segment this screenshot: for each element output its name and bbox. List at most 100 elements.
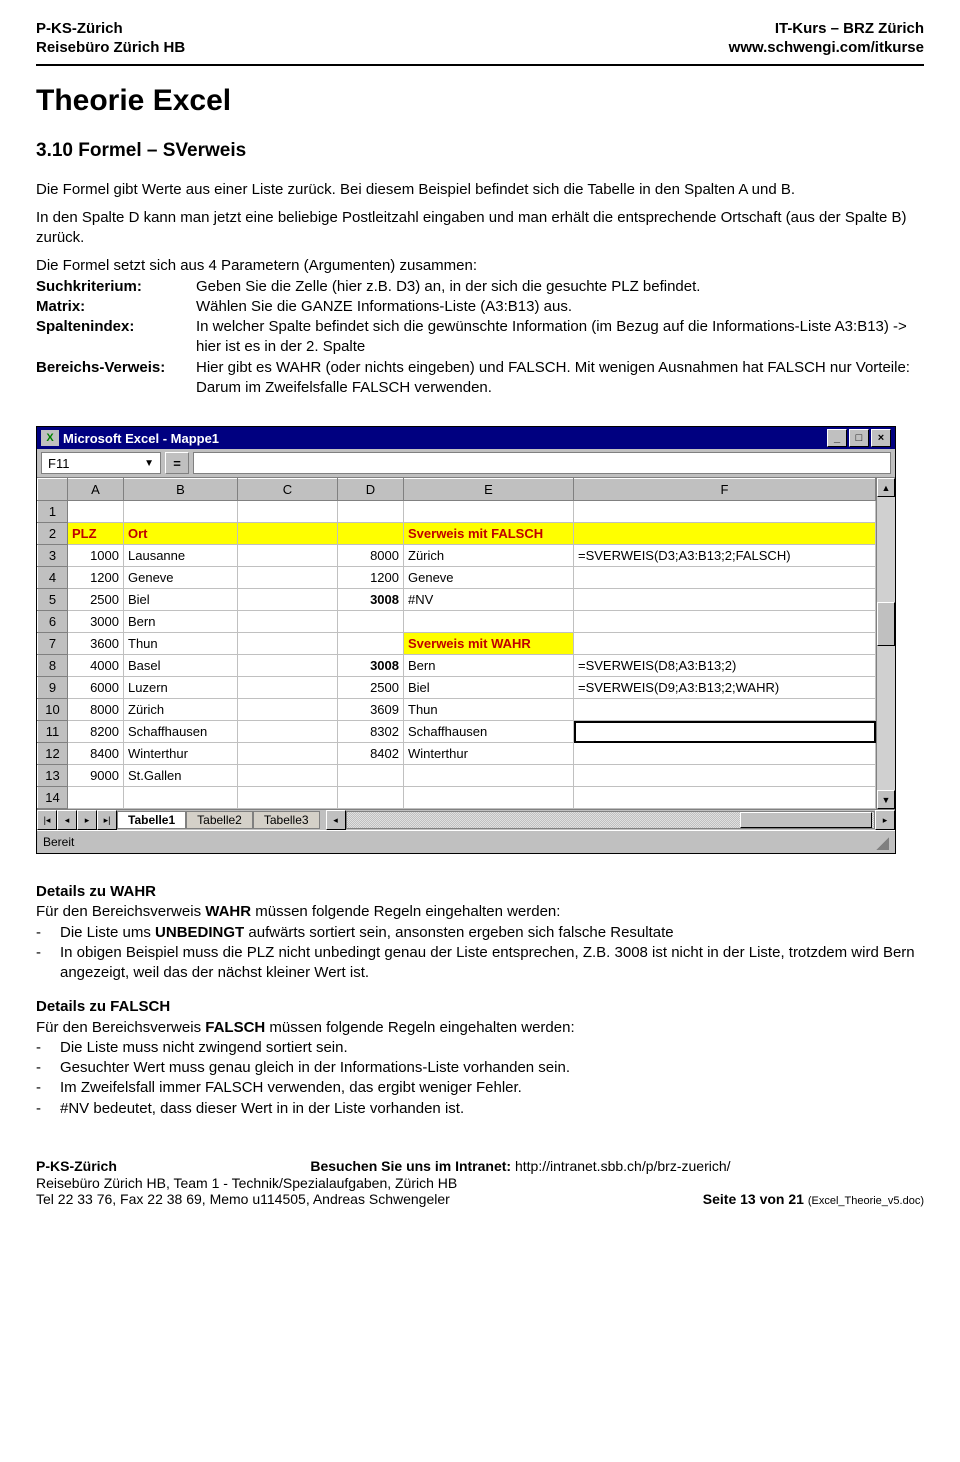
- cell[interactable]: [404, 501, 574, 523]
- select-all-corner[interactable]: [38, 479, 68, 501]
- cell[interactable]: 4000: [68, 655, 124, 677]
- cell[interactable]: [404, 765, 574, 787]
- cell[interactable]: #NV: [404, 589, 574, 611]
- cell[interactable]: Thun: [124, 633, 238, 655]
- resize-grip-icon[interactable]: [873, 834, 889, 850]
- cell[interactable]: [574, 501, 876, 523]
- cell[interactable]: [338, 765, 404, 787]
- sheet-tab[interactable]: Tabelle2: [186, 811, 253, 829]
- cell[interactable]: [124, 787, 238, 809]
- cell[interactable]: [574, 567, 876, 589]
- cell[interactable]: Luzern: [124, 677, 238, 699]
- cell[interactable]: [238, 589, 338, 611]
- cell[interactable]: 8200: [68, 721, 124, 743]
- cell[interactable]: Thun: [404, 699, 574, 721]
- col-header[interactable]: F: [574, 479, 876, 501]
- cell[interactable]: [238, 633, 338, 655]
- cell[interactable]: [238, 655, 338, 677]
- name-box[interactable]: F11 ▼: [41, 452, 161, 474]
- cell[interactable]: 3008: [338, 655, 404, 677]
- row-header[interactable]: 11: [38, 721, 68, 743]
- col-header[interactable]: D: [338, 479, 404, 501]
- cell[interactable]: [574, 523, 876, 545]
- cell[interactable]: Basel: [124, 655, 238, 677]
- col-header[interactable]: C: [238, 479, 338, 501]
- cell[interactable]: [574, 699, 876, 721]
- scroll-up-icon[interactable]: ▲: [877, 478, 895, 497]
- cell[interactable]: Schaffhausen: [404, 721, 574, 743]
- cell[interactable]: [574, 743, 876, 765]
- cell[interactable]: [238, 677, 338, 699]
- row-header[interactable]: 9: [38, 677, 68, 699]
- cell[interactable]: Zürich: [124, 699, 238, 721]
- col-header[interactable]: A: [68, 479, 124, 501]
- spreadsheet-grid[interactable]: A B C D E F 12PLZOrtSverweis mit FALSCH3…: [37, 478, 876, 809]
- cell[interactable]: [238, 545, 338, 567]
- cell[interactable]: =SVERWEIS(D9;A3:B13;2;WAHR): [574, 677, 876, 699]
- cell[interactable]: [574, 721, 876, 743]
- row-header[interactable]: 8: [38, 655, 68, 677]
- cell[interactable]: [338, 633, 404, 655]
- formula-equals-button[interactable]: =: [165, 452, 189, 474]
- cell[interactable]: =SVERWEIS(D3;A3:B13;2;FALSCH): [574, 545, 876, 567]
- cell[interactable]: Biel: [124, 589, 238, 611]
- scroll-right-icon[interactable]: ▸: [875, 810, 895, 830]
- scroll-left-icon[interactable]: ◂: [326, 810, 346, 830]
- cell[interactable]: 8000: [338, 545, 404, 567]
- cell[interactable]: [238, 721, 338, 743]
- vertical-scrollbar[interactable]: ▲ ▼: [876, 478, 895, 809]
- tab-nav-next-icon[interactable]: ▸: [77, 810, 97, 830]
- cell[interactable]: 3609: [338, 699, 404, 721]
- cell[interactable]: [338, 501, 404, 523]
- cell[interactable]: [238, 611, 338, 633]
- cell[interactable]: =SVERWEIS(D8;A3:B13;2): [574, 655, 876, 677]
- tab-nav-first-icon[interactable]: |◂: [37, 810, 57, 830]
- cell[interactable]: [574, 787, 876, 809]
- cell[interactable]: 6000: [68, 677, 124, 699]
- scroll-down-icon[interactable]: ▼: [877, 790, 895, 809]
- cell[interactable]: Ort: [124, 523, 238, 545]
- cell[interactable]: 9000: [68, 765, 124, 787]
- cell[interactable]: St.Gallen: [124, 765, 238, 787]
- cell[interactable]: Sverweis mit FALSCH: [404, 523, 574, 545]
- cell[interactable]: Winterthur: [124, 743, 238, 765]
- cell[interactable]: Biel: [404, 677, 574, 699]
- cell[interactable]: 8400: [68, 743, 124, 765]
- row-header[interactable]: 7: [38, 633, 68, 655]
- row-header[interactable]: 5: [38, 589, 68, 611]
- cell[interactable]: Winterthur: [404, 743, 574, 765]
- formula-input[interactable]: [193, 452, 891, 474]
- cell[interactable]: [238, 523, 338, 545]
- cell[interactable]: 3000: [68, 611, 124, 633]
- cell[interactable]: [238, 501, 338, 523]
- row-header[interactable]: 14: [38, 787, 68, 809]
- cell[interactable]: Bern: [404, 655, 574, 677]
- cell[interactable]: [238, 743, 338, 765]
- cell[interactable]: [404, 611, 574, 633]
- cell[interactable]: [574, 611, 876, 633]
- row-header[interactable]: 4: [38, 567, 68, 589]
- cell[interactable]: 8302: [338, 721, 404, 743]
- cell[interactable]: Geneve: [124, 567, 238, 589]
- cell[interactable]: [404, 787, 574, 809]
- cell[interactable]: [338, 523, 404, 545]
- cell[interactable]: Schaffhausen: [124, 721, 238, 743]
- cell[interactable]: [574, 633, 876, 655]
- cell[interactable]: [338, 611, 404, 633]
- sheet-tab[interactable]: Tabelle1: [117, 811, 186, 829]
- cell[interactable]: Geneve: [404, 567, 574, 589]
- row-header[interactable]: 2: [38, 523, 68, 545]
- cell[interactable]: Bern: [124, 611, 238, 633]
- minimize-button[interactable]: _: [827, 429, 847, 447]
- maximize-button[interactable]: □: [849, 429, 869, 447]
- cell[interactable]: [68, 501, 124, 523]
- sheet-tab[interactable]: Tabelle3: [253, 811, 320, 829]
- cell[interactable]: 8000: [68, 699, 124, 721]
- cell[interactable]: 2500: [68, 589, 124, 611]
- cell[interactable]: Zürich: [404, 545, 574, 567]
- cell[interactable]: [574, 589, 876, 611]
- cell[interactable]: 1200: [68, 567, 124, 589]
- cell[interactable]: [238, 567, 338, 589]
- row-header[interactable]: 13: [38, 765, 68, 787]
- cell[interactable]: [238, 787, 338, 809]
